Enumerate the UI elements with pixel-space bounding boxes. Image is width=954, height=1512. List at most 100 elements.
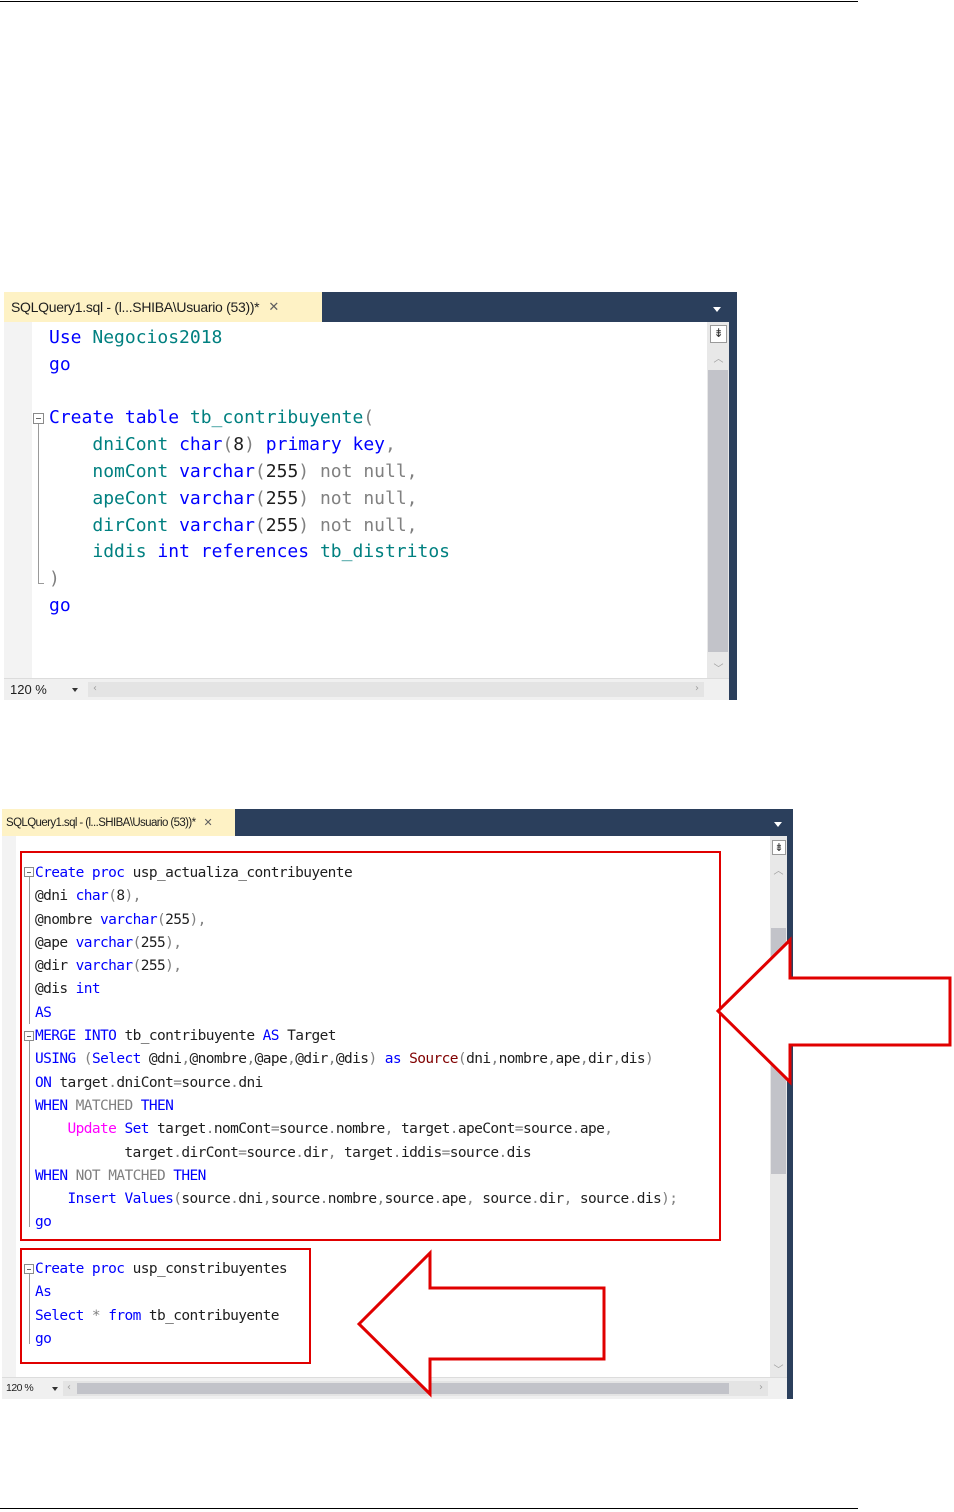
code-token: ( bbox=[222, 434, 234, 456]
code-token: ( bbox=[363, 407, 375, 429]
tab-title: SQLQuery1.sql - (l...SHIBA\Usuario (53))… bbox=[6, 816, 196, 829]
scroll-up-icon[interactable]: ︿ bbox=[771, 862, 786, 877]
scroll-left-icon[interactable]: ‹ bbox=[64, 1382, 74, 1393]
code-line: nomCont varchar(255) not null, bbox=[49, 459, 450, 486]
document-tab-sqlquery1[interactable]: SQLQuery1.sql - (l...SHIBA\Usuario (53))… bbox=[4, 292, 322, 322]
scroll-down-icon[interactable]: ﹀ bbox=[771, 1361, 786, 1376]
code-token: not null, bbox=[319, 487, 418, 509]
code-token: not null, bbox=[319, 514, 418, 536]
code-token: Negocios2018 bbox=[81, 327, 223, 348]
code-token: ) bbox=[298, 514, 310, 536]
window-dropdown-icon[interactable] bbox=[774, 822, 782, 827]
code-line: dirCont varchar(255) not null, bbox=[49, 513, 450, 540]
tab-title: SQLQuery1.sql - (l...SHIBA\Usuario (53))… bbox=[11, 299, 260, 315]
vertical-scroll-thumb[interactable] bbox=[708, 370, 728, 652]
zoom-level-selector[interactable]: 120 % bbox=[6, 1382, 34, 1394]
sql-editor-window-1: SQLQuery1.sql - (l...SHIBA\Usuario (53))… bbox=[4, 292, 737, 700]
split-editor-icon[interactable]: ⇟ bbox=[772, 840, 786, 855]
code-token: ( bbox=[254, 514, 266, 536]
code-token: varchar bbox=[179, 514, 255, 536]
document-tab-sqlquery1[interactable]: SQLQuery1.sql - (l...SHIBA\Usuario (53))… bbox=[2, 809, 235, 836]
code-token: 8 bbox=[233, 434, 245, 456]
scroll-down-icon[interactable]: ﹀ bbox=[710, 660, 727, 675]
editor-right-frame bbox=[729, 322, 737, 700]
page-bottom-rule bbox=[0, 1508, 858, 1509]
callout-arrow-upper-icon bbox=[715, 936, 952, 1086]
code-line: Use Negocios2018 bbox=[49, 325, 450, 352]
page-top-rule bbox=[0, 1, 858, 2]
code-token: tb_contribuyente bbox=[179, 407, 364, 429]
code-token: nomCont bbox=[92, 460, 169, 482]
code-line: ) bbox=[49, 566, 450, 593]
code-line: go bbox=[49, 593, 450, 620]
highlight-box-select-procedure bbox=[20, 1248, 311, 1364]
code-token: int references bbox=[157, 541, 310, 563]
callout-arrow-lower-icon bbox=[356, 1249, 606, 1398]
code-token: iddis bbox=[92, 541, 147, 563]
code-token: go bbox=[49, 594, 71, 616]
code-text-area[interactable]: Use Negocios2018 go Create table tb_contr… bbox=[49, 325, 450, 620]
code-token: dniCont bbox=[92, 434, 169, 456]
code-token: 255 bbox=[265, 460, 299, 482]
horizontal-scrollbar[interactable]: ‹ › bbox=[88, 682, 704, 697]
code-token: primary key bbox=[265, 434, 386, 456]
code-token: 255 bbox=[265, 514, 299, 536]
close-tab-icon[interactable]: ✕ bbox=[204, 816, 213, 829]
editor-right-frame bbox=[787, 836, 793, 1399]
code-token: ( bbox=[254, 487, 266, 509]
fold-guide-line bbox=[38, 424, 39, 583]
window-dropdown-icon[interactable] bbox=[713, 307, 721, 312]
code-token: varchar bbox=[179, 460, 255, 482]
code-token: char bbox=[179, 434, 223, 456]
zoom-level-selector[interactable]: 120 % bbox=[10, 682, 47, 697]
editor-gutter bbox=[4, 322, 32, 678]
code-token: ) bbox=[244, 434, 255, 456]
code-token: tb_distritos bbox=[309, 541, 450, 563]
code-token: go bbox=[49, 353, 71, 375]
document-tab-bar: SQLQuery1.sql - (l...SHIBA\Usuario (53))… bbox=[4, 292, 737, 322]
highlight-box-merge-procedure bbox=[20, 851, 721, 1241]
code-token: ) bbox=[298, 460, 310, 482]
scroll-right-icon[interactable]: › bbox=[756, 1382, 766, 1393]
collapse-region-icon[interactable] bbox=[33, 413, 44, 424]
editor-status-bar: 120 % ‹ › bbox=[4, 678, 729, 700]
code-token: not null, bbox=[319, 460, 418, 482]
code-line: Create table tb_contribuyente( bbox=[49, 405, 450, 432]
code-line: go bbox=[49, 352, 450, 379]
code-token: ) bbox=[298, 487, 310, 509]
code-token: varchar bbox=[179, 487, 255, 509]
close-tab-icon[interactable]: ✕ bbox=[268, 299, 279, 315]
code-token: , bbox=[385, 434, 396, 456]
code-line: dniCont char(8) primary key, bbox=[49, 432, 450, 459]
code-line: iddis int references tb_distritos bbox=[49, 539, 450, 566]
code-token: Use bbox=[49, 327, 82, 348]
code-token: apeCont bbox=[92, 487, 169, 509]
zoom-dropdown-icon[interactable] bbox=[52, 1387, 58, 1391]
code-token: ) bbox=[49, 568, 60, 590]
vertical-scrollbar[interactable]: ⇟ ︿ ﹀ bbox=[770, 836, 787, 1377]
vertical-scrollbar[interactable]: ⇟ ︿ ﹀ bbox=[707, 322, 729, 678]
scroll-left-icon[interactable]: ‹ bbox=[90, 683, 100, 694]
scroll-right-icon[interactable]: › bbox=[692, 683, 702, 694]
code-token: dirCont bbox=[92, 514, 169, 536]
code-line: apeCont varchar(255) not null, bbox=[49, 486, 450, 513]
split-editor-icon[interactable]: ⇟ bbox=[710, 325, 727, 343]
zoom-dropdown-icon[interactable] bbox=[72, 688, 78, 692]
code-token: Create table bbox=[49, 407, 180, 429]
editor-gutter bbox=[2, 836, 16, 1377]
code-token: 255 bbox=[265, 487, 299, 509]
document-tab-bar: SQLQuery1.sql - (l...SHIBA\Usuario (53))… bbox=[2, 809, 793, 836]
scroll-up-icon[interactable]: ︿ bbox=[710, 350, 727, 365]
